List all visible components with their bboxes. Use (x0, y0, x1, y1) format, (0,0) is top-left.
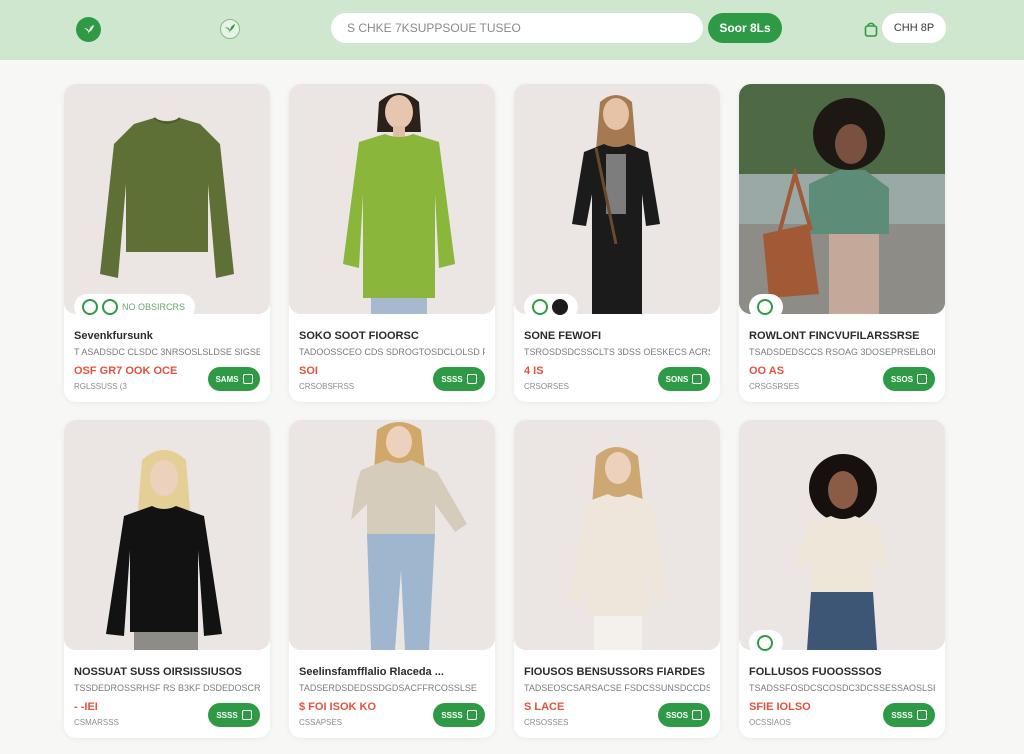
cart-icon (242, 374, 253, 384)
product-title[interactable]: Sevenkfursunk (74, 330, 153, 342)
product-card[interactable]: ROWLONT FINCVUFILARSSRSE TSADSDEDSCCS RS… (739, 84, 945, 402)
product-title[interactable]: ROWLONT FINCVUFILARSSRSE (749, 330, 920, 342)
product-image-black-knit[interactable] (64, 420, 270, 650)
product-card[interactable]: FIOUSOS BENSUSSORS FIARDES TADSEOSCSARSA… (514, 420, 720, 738)
product-image-white-tee[interactable] (739, 420, 945, 650)
add-to-cart-label: SSSS (441, 374, 463, 384)
eco-badge (749, 294, 783, 320)
product-title[interactable]: NOSSUAT SUSS OIRSISSIUSOS (74, 666, 242, 678)
product-card[interactable]: SOKO SOOT FIOORSC TADOOSSCEO CDS SDROGTO… (289, 84, 495, 402)
product-description: TSADSDEDSCCS RSOAG 3DOSEPRSELBOROMDAC (749, 347, 935, 357)
product-card[interactable]: Seelinsfamfflalio Rlaceda ... TADSERDSDE… (289, 420, 495, 738)
badge-icon (757, 299, 773, 315)
product-title[interactable]: FOLLUSOS FUOOSSSOS (749, 666, 882, 678)
badge-icon (82, 299, 98, 315)
product-sub: CRSOBSFRSS (299, 382, 355, 391)
add-to-cart-button[interactable]: SONS (658, 367, 710, 391)
product-sub: CRSORSES (524, 382, 569, 391)
add-to-cart-button[interactable]: SSOS (658, 703, 710, 727)
add-to-cart-label: SSOS (890, 374, 914, 384)
product-sub: CSSAPSES (299, 718, 343, 727)
badge-text: NO OBSIRCRS (122, 302, 186, 312)
product-card[interactable]: NO OBSIRCRS Sevenkfursunk T ASADSDC CLSD… (64, 84, 270, 402)
product-sub: OCSSIAOS (749, 718, 791, 727)
product-description: TADSERDSDEDSSDGDSACFFRCOSSLSE (299, 683, 477, 693)
eco-badge (749, 630, 783, 656)
product-title[interactable]: FIOUSOS BENSUSSORS FIARDES (524, 666, 705, 678)
cart-icon (241, 710, 252, 720)
search-input[interactable] (331, 13, 703, 43)
product-price: SOI (299, 365, 318, 377)
product-price: 4 IS (524, 365, 544, 377)
product-image-black-cardigan[interactable] (514, 84, 720, 314)
product-sub: RGLSSUSS (3 (74, 382, 127, 391)
add-to-cart-button[interactable]: SSOS (883, 367, 935, 391)
product-price: OO AS (749, 365, 785, 377)
cart-icon (917, 374, 928, 384)
badge-icon (102, 299, 118, 315)
top-navigation-bar: Soor 8Ls CHH 8P (0, 0, 1024, 60)
add-to-cart-button[interactable]: SSSS (433, 703, 485, 727)
product-image-outdoor-tote[interactable] (739, 84, 945, 314)
brand-logo-icon[interactable] (76, 17, 101, 42)
shopping-bag-icon[interactable] (862, 19, 880, 39)
badge-icon (757, 635, 773, 651)
add-to-cart-button[interactable]: SSSS (433, 367, 485, 391)
eco-badge (524, 294, 578, 320)
product-description: TADSEOSCSARSACSE FSDCSSUNSDCCDSE ... (524, 683, 710, 693)
product-image-green-sweater[interactable] (64, 84, 270, 314)
product-description: TSADSSFOSDCSCOSDC3DCSSESSAOSLSE (749, 683, 935, 693)
add-to-cart-label: SONS (665, 374, 689, 384)
product-sub: CSMARSSS (74, 718, 119, 727)
cart-icon (692, 710, 703, 720)
cart-icon (466, 710, 477, 720)
product-sub: CRSOSSES (524, 718, 569, 727)
product-description: TSSDEDROSSRHSF RS B3KF DSDEDOSCR (74, 683, 260, 693)
add-to-cart-button[interactable]: SSSS (883, 703, 935, 727)
product-title[interactable]: SONE FEWOFI (524, 330, 601, 342)
product-image-cream-cardigan[interactable] (514, 420, 720, 650)
product-description: TADOOSSCEO CDS SDROGTOSDCLOLSD FBL SDLA (299, 347, 485, 357)
search-button[interactable]: Soor 8Ls (708, 13, 782, 43)
add-to-cart-label: SSOS (665, 710, 689, 720)
product-card[interactable]: FOLLUSOS FUOOSSSOS TSADSSFOSDCSCOSDC3DCS… (739, 420, 945, 738)
product-title[interactable]: Seelinsfamfflalio Rlaceda ... (299, 666, 444, 678)
product-price: OSF GR7 OOK OCE (74, 365, 178, 377)
account-button[interactable]: CHH 8P (882, 13, 946, 43)
add-to-cart-button[interactable]: SSSS (208, 703, 260, 727)
add-to-cart-label: SSSS (891, 710, 913, 720)
product-card[interactable]: SONE FEWOFI TSROSDSDCSSCLTS 3DSS OESKECS… (514, 84, 720, 402)
add-to-cart-label: SSSS (441, 710, 463, 720)
add-to-cart-button[interactable]: SAMS (208, 367, 260, 391)
product-image-beige-top-jeans[interactable] (289, 420, 495, 650)
leaf-icon[interactable] (220, 19, 240, 39)
product-image-lime-sweater[interactable] (289, 84, 495, 314)
cart-icon (916, 710, 927, 720)
product-price: $ FOI ISOK KO (299, 701, 377, 713)
product-card[interactable]: NOSSUAT SUSS OIRSISSIUSOS TSSDEDROSSRHSF… (64, 420, 270, 738)
product-description: TSROSDSDCSSCLTS 3DSS OESKECS ACRSE (524, 347, 710, 357)
cart-icon (466, 374, 477, 384)
badge-icon (532, 299, 548, 315)
add-to-cart-label: SAMS (215, 374, 239, 384)
badge-icon (552, 299, 568, 315)
product-price: SFIE IOLSO (749, 701, 811, 713)
eco-badge: NO OBSIRCRS (74, 294, 196, 320)
product-description: T ASADSDC CLSDC 3NRSOSLSLDSE SIGSESDOSA (74, 347, 260, 357)
product-price: - -IEI (74, 701, 98, 713)
cart-icon (692, 374, 703, 384)
product-price: S LACE (524, 701, 565, 713)
product-sub: CRSGSRSES (749, 382, 800, 391)
product-title[interactable]: SOKO SOOT FIOORSC (299, 330, 419, 342)
add-to-cart-label: SSSS (216, 710, 238, 720)
